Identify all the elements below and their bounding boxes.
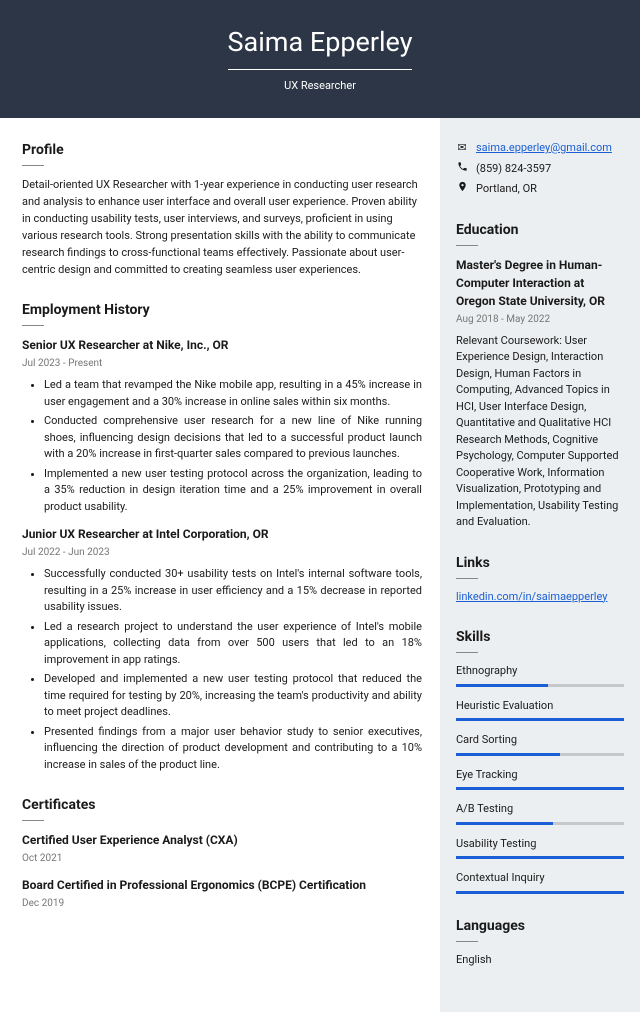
document-header: Saima Epperley UX Researcher bbox=[0, 0, 640, 118]
phone-icon bbox=[456, 161, 468, 178]
employment-section: Employment History Senior UX Researcher … bbox=[22, 300, 422, 773]
section-rule bbox=[456, 578, 478, 579]
skill-name: Usability Testing bbox=[456, 836, 624, 853]
skill-row: Contextual Inquiry bbox=[456, 870, 624, 894]
section-rule bbox=[456, 652, 478, 653]
skill-bar bbox=[456, 718, 624, 721]
document-body: Profile Detail-oriented UX Researcher wi… bbox=[0, 118, 640, 1012]
skill-name: Heuristic Evaluation bbox=[456, 698, 624, 715]
certificates-heading: Certificates bbox=[22, 795, 422, 816]
sidebar-column: ✉ saima.epperley@gmail.com (859) 824-359… bbox=[440, 118, 640, 1012]
list-item: Implemented a new user testing protocol … bbox=[44, 466, 422, 516]
skill-name: A/B Testing bbox=[456, 801, 624, 818]
skill-bar-fill bbox=[456, 684, 548, 687]
list-item: Successfully conducted 30+ usability tes… bbox=[44, 566, 422, 616]
certificate-entry: Certified User Experience Analyst (CXA) … bbox=[22, 831, 422, 866]
profile-section: Profile Detail-oriented UX Researcher wi… bbox=[22, 140, 422, 278]
list-item: Led a research project to understand the… bbox=[44, 619, 422, 669]
list-item: Conducted comprehensive user research fo… bbox=[44, 413, 422, 463]
certificate-title: Board Certified in Professional Ergonomi… bbox=[22, 876, 422, 894]
certificates-section: Certificates Certified User Experience A… bbox=[22, 795, 422, 911]
skill-name: Eye Tracking bbox=[456, 767, 624, 784]
contact-section: ✉ saima.epperley@gmail.com (859) 824-359… bbox=[456, 140, 624, 198]
location-text: Portland, OR bbox=[476, 181, 537, 198]
skills-section: Skills Ethnography Heuristic Evaluation Ca… bbox=[456, 627, 624, 894]
skill-bar bbox=[456, 753, 624, 756]
skill-row: Heuristic Evaluation bbox=[456, 698, 624, 722]
skill-name: Contextual Inquiry bbox=[456, 870, 624, 887]
skill-bar bbox=[456, 787, 624, 790]
education-degree: Master's Degree in Human-Computer Intera… bbox=[456, 256, 624, 310]
section-rule bbox=[22, 165, 44, 166]
skill-bar-fill bbox=[456, 718, 624, 721]
links-heading: Links bbox=[456, 553, 624, 574]
job-entry: Senior UX Researcher at Nike, Inc., OR J… bbox=[22, 336, 422, 515]
languages-section: Languages English bbox=[456, 916, 624, 969]
skill-row: A/B Testing bbox=[456, 801, 624, 825]
skill-bar-fill bbox=[456, 787, 624, 790]
email-link[interactable]: saima.epperley@gmail.com bbox=[476, 140, 612, 157]
employment-heading: Employment History bbox=[22, 300, 422, 321]
section-rule bbox=[22, 325, 44, 326]
skill-name: Ethnography bbox=[456, 663, 624, 680]
skill-bar bbox=[456, 822, 624, 825]
email-icon: ✉ bbox=[456, 140, 468, 157]
skill-bar-fill bbox=[456, 822, 553, 825]
links-section: Links linkedin.com/in/saimaepperley bbox=[456, 553, 624, 606]
certificate-date: Dec 2019 bbox=[22, 896, 422, 911]
skill-row: Usability Testing bbox=[456, 836, 624, 860]
profile-heading: Profile bbox=[22, 140, 422, 161]
education-heading: Education bbox=[456, 220, 624, 241]
skill-name: Card Sorting bbox=[456, 732, 624, 749]
job-bullets: Successfully conducted 30+ usability tes… bbox=[22, 566, 422, 773]
list-item: Presented findings from a major user beh… bbox=[44, 724, 422, 774]
certificate-title: Certified User Experience Analyst (CXA) bbox=[22, 831, 422, 849]
skill-bar-fill bbox=[456, 856, 624, 859]
skill-row: Ethnography bbox=[456, 663, 624, 687]
contact-location-row: Portland, OR bbox=[456, 181, 624, 198]
skill-row: Card Sorting bbox=[456, 732, 624, 756]
certificate-date: Oct 2021 bbox=[22, 851, 422, 866]
profile-text: Detail-oriented UX Researcher with 1-yea… bbox=[22, 176, 422, 278]
section-rule bbox=[456, 941, 478, 942]
linkedin-link[interactable]: linkedin.com/in/saimaepperley bbox=[456, 590, 607, 603]
list-item: Led a team that revamped the Nike mobile… bbox=[44, 377, 422, 410]
section-rule bbox=[22, 820, 44, 821]
job-dates: Jul 2022 - Jun 2023 bbox=[22, 545, 422, 560]
contact-email-row: ✉ saima.epperley@gmail.com bbox=[456, 140, 624, 157]
education-coursework: Relevant Coursework: User Experience Des… bbox=[456, 333, 624, 531]
job-bullets: Led a team that revamped the Nike mobile… bbox=[22, 377, 422, 515]
person-name: Saima Epperley bbox=[228, 22, 413, 70]
phone-text: (859) 824-3597 bbox=[476, 161, 551, 178]
skill-bar-fill bbox=[456, 891, 624, 894]
job-title: Senior UX Researcher at Nike, Inc., OR bbox=[22, 336, 422, 354]
skills-heading: Skills bbox=[456, 627, 624, 648]
section-rule bbox=[456, 245, 478, 246]
certificate-entry: Board Certified in Professional Ergonomi… bbox=[22, 876, 422, 911]
skill-row: Eye Tracking bbox=[456, 767, 624, 791]
skill-bar bbox=[456, 684, 624, 687]
skill-bar-fill bbox=[456, 753, 560, 756]
job-title: Junior UX Researcher at Intel Corporatio… bbox=[22, 525, 422, 543]
list-item: Developed and implemented a new user tes… bbox=[44, 671, 422, 721]
skill-bar bbox=[456, 856, 624, 859]
contact-phone-row: (859) 824-3597 bbox=[456, 161, 624, 178]
job-title-subtitle: UX Researcher bbox=[0, 78, 640, 95]
education-section: Education Master's Degree in Human-Compu… bbox=[456, 220, 624, 531]
job-dates: Jul 2023 - Present bbox=[22, 356, 422, 371]
education-dates: Aug 2018 - May 2022 bbox=[456, 312, 624, 327]
skill-bar bbox=[456, 891, 624, 894]
main-column: Profile Detail-oriented UX Researcher wi… bbox=[0, 118, 440, 1012]
location-icon bbox=[456, 181, 468, 198]
languages-heading: Languages bbox=[456, 916, 624, 937]
job-entry: Junior UX Researcher at Intel Corporatio… bbox=[22, 525, 422, 773]
language-item: English bbox=[456, 952, 624, 969]
